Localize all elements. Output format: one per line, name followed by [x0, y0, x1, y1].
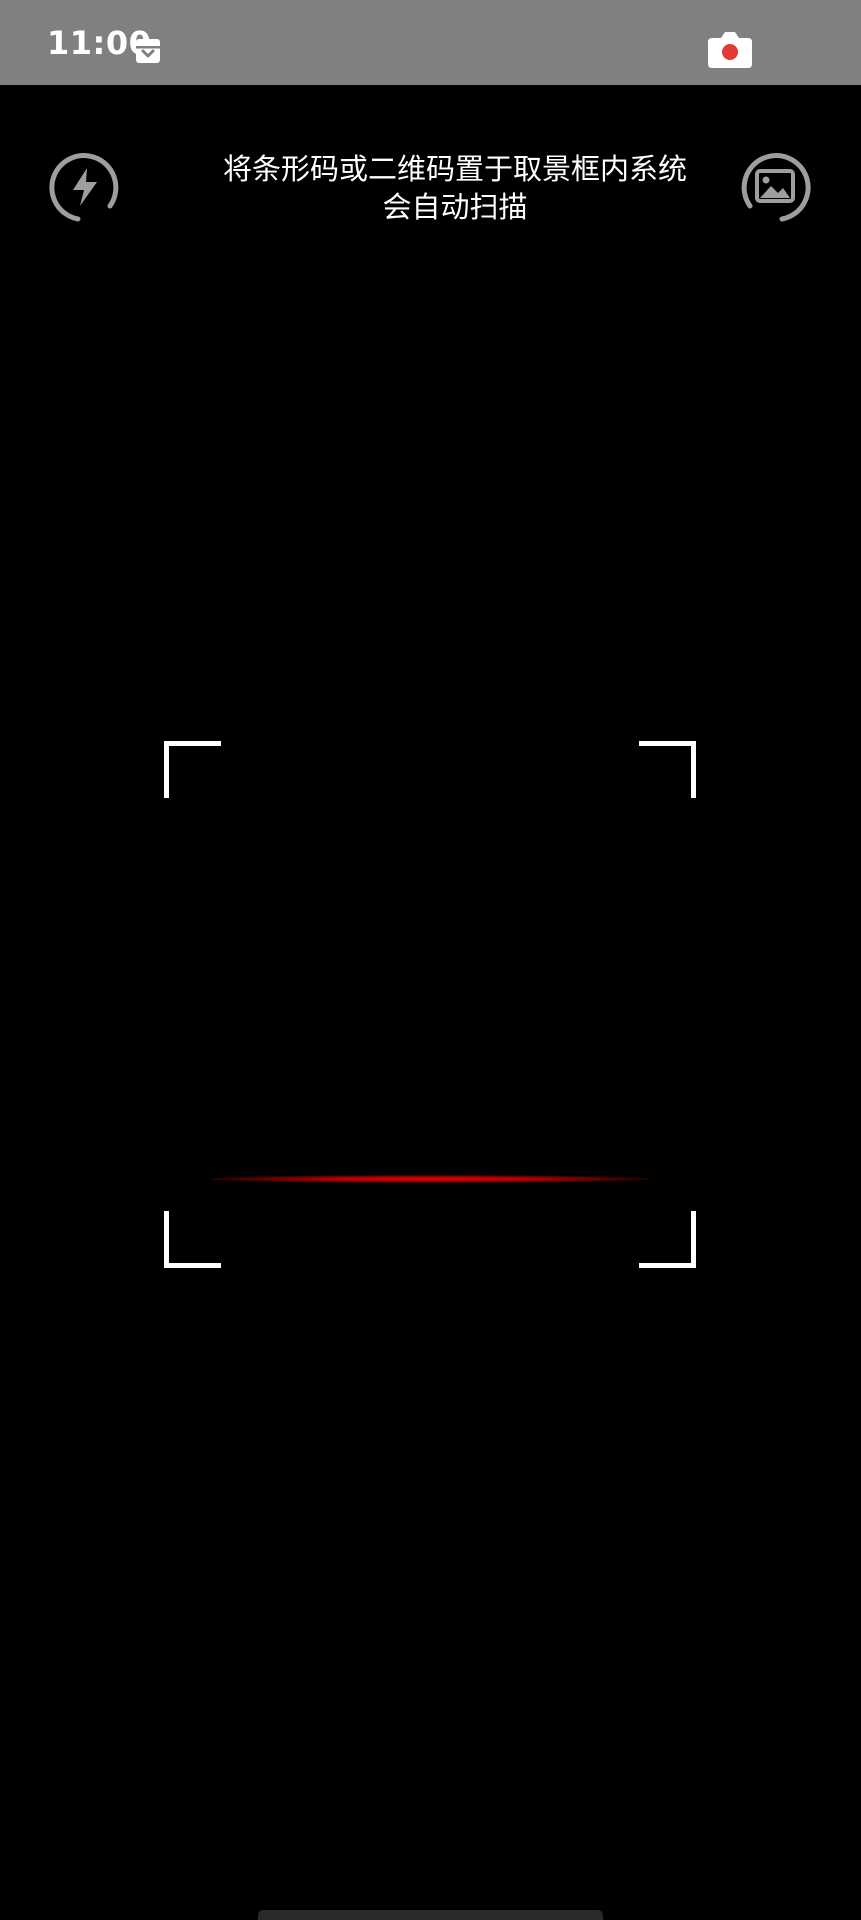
archive-box-icon — [136, 39, 160, 63]
flash-icon — [73, 168, 97, 206]
viewfinder-corner-bottom-left — [164, 1211, 221, 1268]
navigation-gesture-bar[interactable] — [258, 1910, 603, 1920]
screen-record-camera-icon — [708, 32, 752, 68]
viewfinder-corner-bottom-right — [639, 1211, 696, 1268]
gallery-icon — [755, 169, 795, 203]
status-bar: 11:00 — [0, 0, 861, 85]
scan-line — [210, 1175, 650, 1183]
gallery-button[interactable] — [738, 150, 812, 224]
flash-toggle-button[interactable] — [48, 150, 122, 224]
scan-hint-text: 将条形码或二维码置于取景框内系统会自动扫描 — [222, 152, 687, 224]
scan-viewfinder — [164, 741, 696, 1268]
viewfinder-corner-top-left — [164, 741, 221, 798]
scanner-screen: 11:00 将条形码或二维码置于取景框内系统会自动扫描 — [0, 0, 861, 1920]
viewfinder-corner-top-right — [639, 741, 696, 798]
